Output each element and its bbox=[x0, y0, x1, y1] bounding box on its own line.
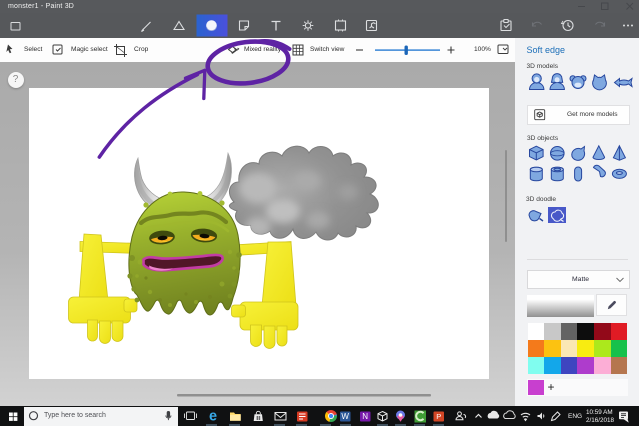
svg-text:N: N bbox=[362, 412, 368, 421]
svg-text:P: P bbox=[436, 412, 441, 421]
svg-text:W: W bbox=[341, 412, 349, 421]
svg-text:e: e bbox=[209, 409, 217, 425]
